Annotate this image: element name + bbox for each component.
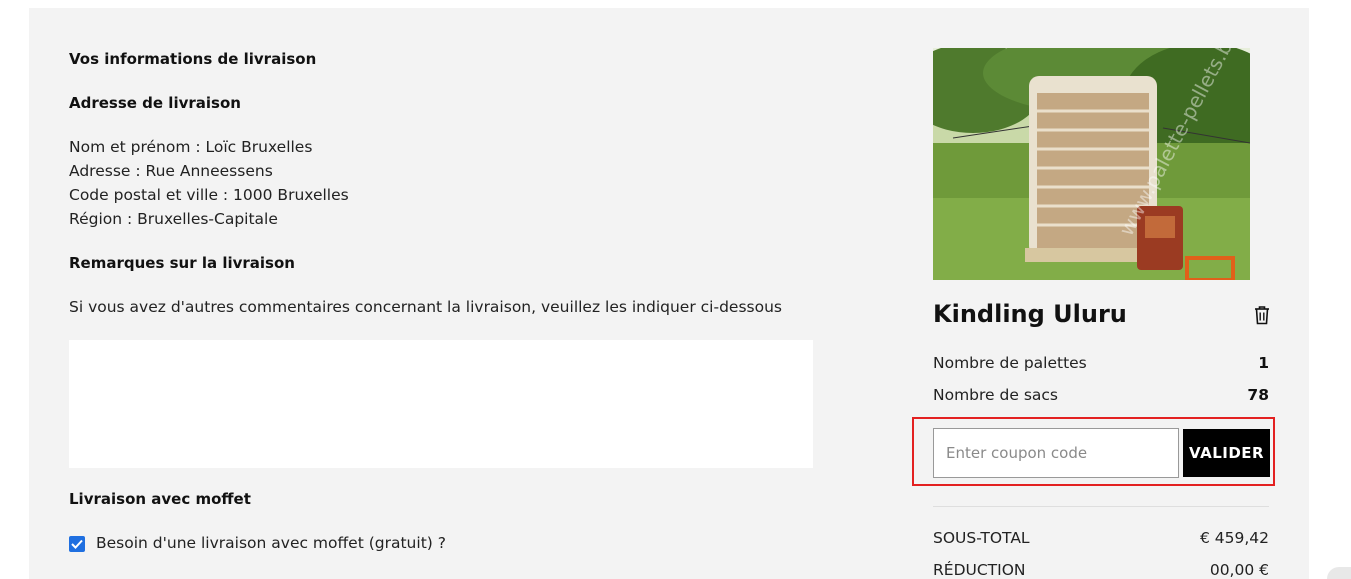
discount-label: RÉDUCTION — [933, 561, 1026, 579]
valider-button[interactable]: VALIDER — [1183, 429, 1270, 477]
palettes-value: 1 — [1258, 354, 1269, 372]
subtotal-label: SOUS-TOTAL — [933, 529, 1030, 547]
check-icon — [71, 539, 83, 549]
subtotal-value: € 459,42 — [1199, 529, 1269, 547]
coupon-input[interactable] — [933, 428, 1179, 478]
checkout-panel: Vos informations de livraison Adresse de… — [29, 8, 1309, 579]
discount-value: 00,00 € — [1209, 561, 1269, 579]
delivery-address-heading: Adresse de livraison — [69, 94, 241, 112]
delivery-info-heading: Vos informations de livraison — [69, 50, 317, 68]
moffet-checkbox-label[interactable]: Besoin d'une livraison avec moffet (grat… — [96, 534, 446, 552]
bags-label: Nombre de sacs — [933, 386, 1058, 404]
product-title: Kindling Uluru — [933, 300, 1127, 328]
palettes-label: Nombre de palettes — [933, 354, 1087, 372]
info-name: Nom et prénom : Loïc Bruxelles — [69, 138, 313, 156]
moffet-checkbox[interactable] — [69, 536, 85, 552]
scroll-corner-widget[interactable] — [1327, 567, 1351, 579]
moffet-heading: Livraison avec moffet — [69, 490, 251, 508]
bags-value: 78 — [1247, 386, 1269, 404]
trash-icon[interactable] — [1253, 305, 1271, 325]
info-postal-city: Code postal et ville : 1000 Bruxelles — [69, 186, 349, 204]
remarks-heading: Remarques sur la livraison — [69, 254, 295, 272]
info-address: Adresse : Rue Anneessens — [69, 162, 273, 180]
product-image: www.palette-pellets.be — [933, 48, 1250, 280]
info-region: Région : Bruxelles-Capitale — [69, 210, 278, 228]
divider — [933, 506, 1269, 507]
remarks-textarea[interactable] — [69, 340, 813, 468]
remarks-help-text: Si vous avez d'autres commentaires conce… — [69, 298, 782, 316]
